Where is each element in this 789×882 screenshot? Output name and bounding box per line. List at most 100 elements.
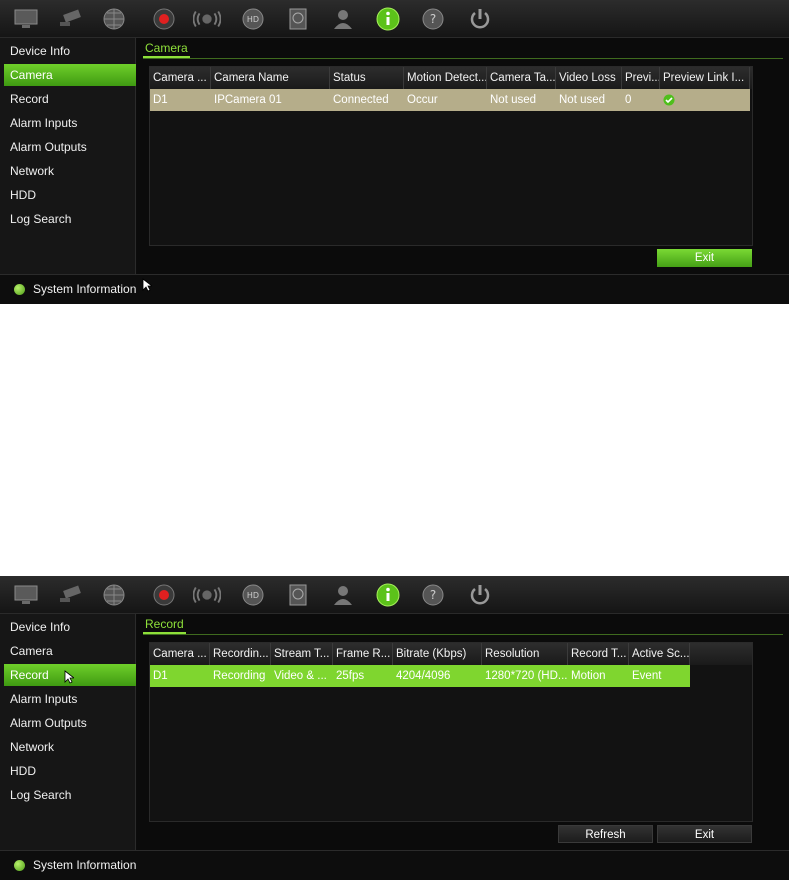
main-toolbar: HD ? — [0, 576, 789, 614]
refresh-button[interactable]: Refresh — [558, 825, 653, 843]
check-icon — [663, 94, 675, 106]
column-header[interactable]: Previ... — [622, 67, 660, 89]
system-information-label: System Information — [33, 282, 137, 296]
camera-info-screen: HD ? Device Info Camera Record Alarm Inp… — [0, 0, 789, 304]
cell-camera: D1 — [153, 670, 168, 682]
column-header[interactable]: Active Sc... — [629, 643, 690, 665]
alarm-icon[interactable] — [193, 582, 221, 608]
table-header: Camera ... Camera Name Status Motion Det… — [150, 67, 752, 89]
sidebar-item-log-search[interactable]: Log Search — [4, 208, 136, 230]
sidebar-item-hdd[interactable]: HDD — [4, 760, 136, 782]
help-icon[interactable]: ? — [419, 582, 447, 608]
tab-underline — [143, 58, 783, 59]
main-toolbar: HD ? — [0, 0, 789, 38]
cell-bitrate: 4204/4096 — [396, 670, 451, 682]
status-dot-icon — [14, 283, 25, 295]
tab-record[interactable]: Record — [143, 616, 186, 634]
cell-preview: 0 — [625, 94, 632, 106]
cell-recording: Recording — [213, 670, 266, 682]
monitor-icon[interactable] — [12, 6, 40, 32]
column-header[interactable]: Camera ... — [150, 643, 210, 665]
system-information[interactable]: System Information — [14, 282, 136, 296]
system-information[interactable]: System Information — [14, 858, 136, 872]
sidebar-item-alarm-outputs[interactable]: Alarm Outputs — [4, 712, 136, 734]
info-icon[interactable] — [374, 582, 402, 608]
sidebar-item-log-search[interactable]: Log Search — [4, 784, 136, 806]
power-icon[interactable] — [466, 6, 494, 32]
disk-icon[interactable] — [284, 582, 312, 608]
cell-status: Connected — [333, 94, 389, 106]
column-header[interactable]: Preview Link I... — [660, 67, 750, 89]
sidebar-item-alarm-inputs[interactable]: Alarm Inputs — [4, 688, 136, 710]
user-icon[interactable] — [329, 6, 357, 32]
sidebar-item-network[interactable]: Network — [4, 160, 136, 182]
network-globe-icon[interactable] — [100, 582, 128, 608]
sidebar-item-device-info[interactable]: Device Info — [4, 40, 136, 62]
cell-frame-rate: 25fps — [336, 670, 365, 682]
column-header[interactable]: Camera Ta... — [487, 67, 556, 89]
hdd-icon[interactable]: HD — [239, 6, 267, 32]
exit-button[interactable]: Exit — [657, 825, 752, 843]
cell-active-schedule: Event — [632, 670, 662, 682]
system-information-label: System Information — [33, 858, 137, 872]
sidebar-item-alarm-inputs[interactable]: Alarm Inputs — [4, 112, 136, 134]
sidebar: Device Info Camera Record Alarm Inputs A… — [0, 614, 136, 850]
record-icon[interactable] — [150, 582, 178, 608]
sidebar-item-record[interactable]: Record — [4, 88, 136, 110]
sidebar-item-alarm-outputs[interactable]: Alarm Outputs — [4, 136, 136, 158]
sidebar-item-device-info[interactable]: Device Info — [4, 616, 136, 638]
column-header[interactable]: Motion Detect... — [404, 67, 487, 89]
sidebar-item-camera[interactable]: Camera — [4, 640, 136, 662]
camera-icon[interactable] — [56, 582, 84, 608]
record-info-screen: HD ? Device Info Camera Record Alarm Inp… — [0, 576, 789, 880]
power-icon[interactable] — [466, 582, 494, 608]
record-icon[interactable] — [150, 6, 178, 32]
monitor-icon[interactable] — [12, 582, 40, 608]
sidebar: Device Info Camera Record Alarm Inputs A… — [0, 38, 136, 274]
cell-camera-name: IPCamera 01 — [214, 94, 282, 106]
column-header[interactable]: Resolution — [482, 643, 568, 665]
sidebar-item-camera[interactable]: Camera — [4, 64, 136, 86]
hdd-icon[interactable]: HD — [239, 582, 267, 608]
tab-underline — [143, 634, 783, 635]
alarm-icon[interactable] — [193, 6, 221, 32]
sidebar-item-network[interactable]: Network — [4, 736, 136, 758]
disk-icon[interactable] — [284, 6, 312, 32]
svg-text:HD: HD — [247, 15, 259, 24]
column-header[interactable]: Video Loss — [556, 67, 622, 89]
camera-icon[interactable] — [56, 6, 84, 32]
user-icon[interactable] — [329, 582, 357, 608]
table-row[interactable]: D1 Recording Video & ... 25fps 4204/4096… — [150, 665, 690, 687]
column-header[interactable]: Status — [330, 67, 404, 89]
mouse-cursor-icon — [142, 278, 152, 292]
svg-text:?: ? — [430, 588, 436, 602]
sidebar-item-hdd[interactable]: HDD — [4, 184, 136, 206]
column-header[interactable]: Camera Name — [211, 67, 330, 89]
record-panel: Record Camera ... Recordin... Stream T..… — [137, 614, 789, 850]
svg-text:HD: HD — [247, 591, 259, 600]
table-header: Camera ... Recordin... Stream T... Frame… — [150, 643, 752, 665]
column-header[interactable]: Stream T... — [271, 643, 333, 665]
column-header[interactable]: Frame R... — [333, 643, 393, 665]
cell-stream-type: Video & ... — [274, 670, 327, 682]
tab-camera[interactable]: Camera — [143, 40, 190, 58]
column-header[interactable]: Record T... — [568, 643, 629, 665]
cell-camera: D1 — [153, 94, 168, 106]
info-icon[interactable] — [374, 6, 402, 32]
cell-video-loss: Not used — [559, 94, 606, 106]
network-globe-icon[interactable] — [100, 6, 128, 32]
exit-button[interactable]: Exit — [657, 249, 752, 267]
cell-resolution: 1280*720 (HD... — [485, 670, 568, 682]
status-bar: System Information — [0, 850, 789, 880]
status-bar: System Information — [0, 274, 789, 304]
camera-panel: Camera Camera ... Camera Name Status Mot… — [137, 38, 789, 274]
column-header[interactable]: Camera ... — [150, 67, 211, 89]
cell-preview-link — [660, 89, 750, 111]
column-header[interactable]: Bitrate (Kbps) — [393, 643, 482, 665]
help-icon[interactable]: ? — [419, 6, 447, 32]
cell-motion-detection: Occur — [407, 94, 438, 106]
camera-table: Camera ... Camera Name Status Motion Det… — [149, 66, 753, 246]
table-row[interactable]: D1 IPCamera 01 Connected Occur Not used … — [150, 89, 750, 111]
svg-text:?: ? — [430, 12, 436, 26]
column-header[interactable]: Recordin... — [210, 643, 271, 665]
